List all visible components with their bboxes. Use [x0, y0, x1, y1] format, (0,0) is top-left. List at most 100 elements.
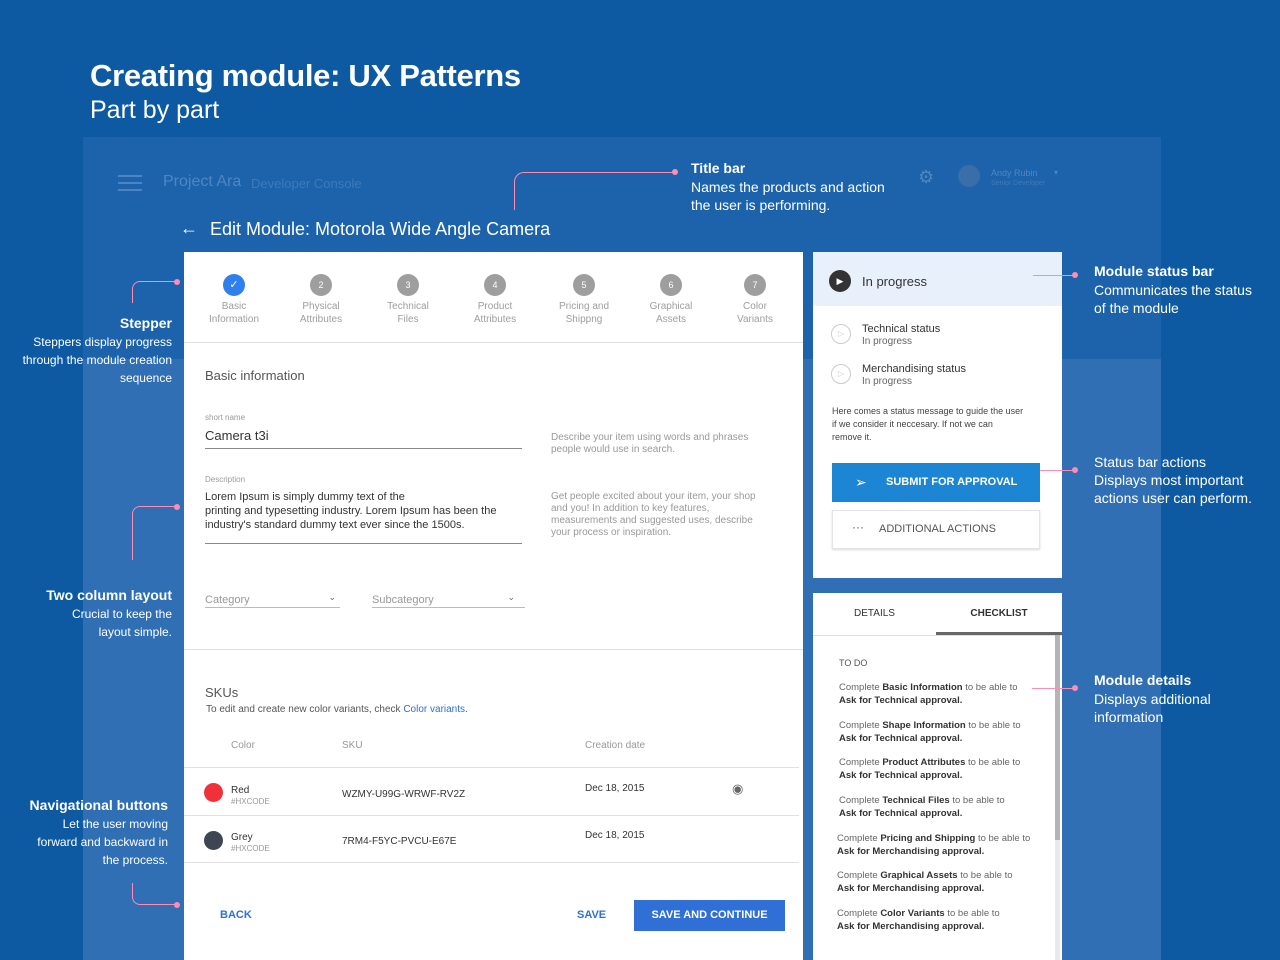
annotation-details-title: Module details	[1094, 672, 1192, 688]
annotation-dot	[174, 279, 180, 285]
annotation-leader	[132, 281, 178, 303]
color-code: #HXCODE	[231, 797, 270, 806]
step-pricing-shipping[interactable]: 5 Pricing and Shippng	[539, 274, 629, 326]
step-graphical-assets[interactable]: 6 Graphical Assets	[626, 274, 716, 326]
checklist-item[interactable]: Complete Pricing and Shipping to be able…	[837, 833, 1030, 858]
step-physical-attributes[interactable]: 2 Physical Attributes	[276, 274, 366, 326]
divider	[184, 862, 799, 863]
more-horizontal-icon: ···	[852, 520, 864, 534]
annotation-stepper-text: Steppers display progress through the mod…	[22, 335, 172, 385]
subcategory-select[interactable]: Subcategory ⌄	[372, 590, 525, 610]
app-name: Project Ara	[163, 173, 242, 190]
color-code: #HXCODE	[231, 844, 270, 853]
menu-icon[interactable]	[118, 175, 142, 193]
short-name-input[interactable]: Camera t3i	[205, 428, 269, 443]
page-subhead: Part by part	[90, 96, 220, 124]
creation-date: Dec 18, 2015	[585, 830, 645, 841]
play-icon: ▷	[831, 364, 851, 384]
sku-value: WZMY-U99G-WRWF-RV2Z	[342, 789, 466, 800]
additional-label: ADDITIONAL ACTIONS	[879, 523, 996, 535]
step-product-attributes[interactable]: 4 Product Attributes	[450, 274, 540, 326]
annotation-leader	[132, 883, 178, 905]
back-arrow-icon[interactable]: ←	[180, 218, 198, 239]
annotation-nav-text: Let the user moving forward and backward …	[37, 817, 168, 867]
category-underline	[205, 607, 340, 608]
chevron-down-icon[interactable]: ▾	[1054, 168, 1058, 177]
skus-title: SKUs	[205, 685, 239, 700]
column-header-sku: SKU	[342, 740, 363, 751]
short-name-underline	[205, 448, 522, 449]
annotation-leader	[1032, 688, 1075, 689]
sku-value: 7RM4-F5YC-PVCU-E67E	[342, 836, 457, 847]
tab-details[interactable]: DETAILS	[813, 593, 936, 635]
status-header: ▶ In progress	[813, 252, 1062, 306]
step-label: Product Attributes	[473, 301, 517, 325]
submit-for-approval-button[interactable]: ➢ SUBMIT FOR APPROVAL	[832, 463, 1040, 502]
step-label: Basic Information	[208, 301, 260, 325]
annotation-details-text: Displays additional information	[1094, 691, 1211, 725]
step-technical-files[interactable]: 3 Technical Files	[363, 274, 453, 326]
divider	[813, 635, 1062, 636]
avatar[interactable]	[958, 165, 980, 187]
category-select[interactable]: Category ⌄	[205, 590, 340, 610]
scrollbar-thumb[interactable]	[1055, 635, 1060, 840]
save-and-continue-button[interactable]: SAVE AND CONTINUE	[634, 900, 785, 931]
edit-module-card: ✓ Basic Information 2 Physical Attributes …	[184, 252, 803, 960]
category-placeholder: Category	[205, 594, 250, 606]
chevron-down-icon: ⌄	[328, 592, 336, 602]
back-button[interactable]: BACK	[220, 909, 252, 921]
step-color-variants[interactable]: 7 Color Variants	[710, 274, 800, 326]
eye-icon[interactable]: ◉	[732, 781, 743, 797]
annotation-dot	[1072, 467, 1078, 473]
description-label: Description	[205, 475, 246, 484]
checklist-item[interactable]: Complete Basic Information to be able to…	[839, 682, 1018, 707]
module-details-card: DETAILS CHECKLIST TO DO Complete Basic I…	[813, 593, 1062, 960]
merchandising-status-state: In progress	[862, 376, 913, 387]
step-basic-information[interactable]: ✓ Basic Information	[189, 274, 279, 326]
step-label: Technical Files	[387, 301, 429, 325]
color-variants-link[interactable]: Color variants	[403, 704, 465, 715]
annotation-leader	[514, 172, 674, 210]
technical-status-title: Technical status	[862, 323, 941, 335]
divider	[184, 342, 803, 343]
annotation-stepper-title: Stepper	[119, 315, 172, 331]
checklist-item[interactable]: Complete Product Attributes to be able t…	[839, 757, 1020, 782]
checklist-item[interactable]: Complete Technical Files to be able to As…	[839, 795, 1005, 820]
send-icon: ➢	[855, 474, 867, 490]
description-textarea[interactable]: Lorem Ipsum is simply dummy text of the p…	[205, 490, 535, 532]
play-icon: ▶	[829, 270, 851, 292]
merchandising-status-title: Merchandising status	[862, 363, 966, 375]
subcategory-underline	[372, 607, 525, 608]
gear-icon[interactable]: ⚙	[918, 167, 934, 188]
annotation-leader	[132, 506, 178, 560]
user-name: Andy Rubin	[991, 168, 1038, 178]
step-number: 2	[310, 274, 332, 296]
annotation-status-bar-title: Module status bar	[1094, 263, 1214, 279]
description-hint: Get people excited about your item, your…	[551, 491, 756, 538]
tab-checklist[interactable]: CHECKLIST	[936, 593, 1062, 635]
short-name-hint: Describe your item using words and phras…	[551, 432, 749, 455]
checklist-item[interactable]: Complete Shape Information to be able to…	[839, 720, 1021, 745]
short-name-label: short name	[205, 413, 246, 422]
annotation-status-bar-text: Communicates the status of the module	[1094, 282, 1252, 316]
annotation-actions-text: Status bar actions Displays most importan…	[1094, 454, 1252, 506]
save-button[interactable]: SAVE	[577, 909, 606, 921]
status-title: In progress	[862, 274, 928, 289]
app-subtitle: Developer Console	[251, 176, 362, 191]
column-header-date: Creation date	[585, 740, 646, 751]
step-label: Physical Attributes	[299, 301, 343, 325]
annotation-leader	[1040, 470, 1075, 471]
module-status-card: ▶ In progress ▷ Technical status In prog…	[813, 252, 1062, 578]
play-icon: ▷	[831, 324, 851, 344]
column-header-color: Color	[231, 740, 255, 751]
check-icon: ✓	[223, 274, 245, 296]
additional-actions-button[interactable]: ··· ADDITIONAL ACTIONS	[832, 510, 1040, 549]
divider	[184, 649, 803, 650]
table-row[interactable]: Grey #HXCODE 7RM4-F5YC-PVCU-E67E Dec 18,…	[184, 816, 799, 862]
table-row[interactable]: Red #HXCODE WZMY-U99G-WRWF-RV2Z Dec 18, …	[184, 768, 799, 815]
step-number: 5	[573, 274, 595, 296]
checklist-item[interactable]: Complete Color Variants to be able to Ask…	[837, 908, 1000, 933]
description-underline	[205, 543, 522, 544]
annotation-two-column-text: Crucial to keep the layout simple.	[71, 607, 172, 639]
checklist-item[interactable]: Complete Graphical Assets to be able to A…	[837, 870, 1013, 895]
